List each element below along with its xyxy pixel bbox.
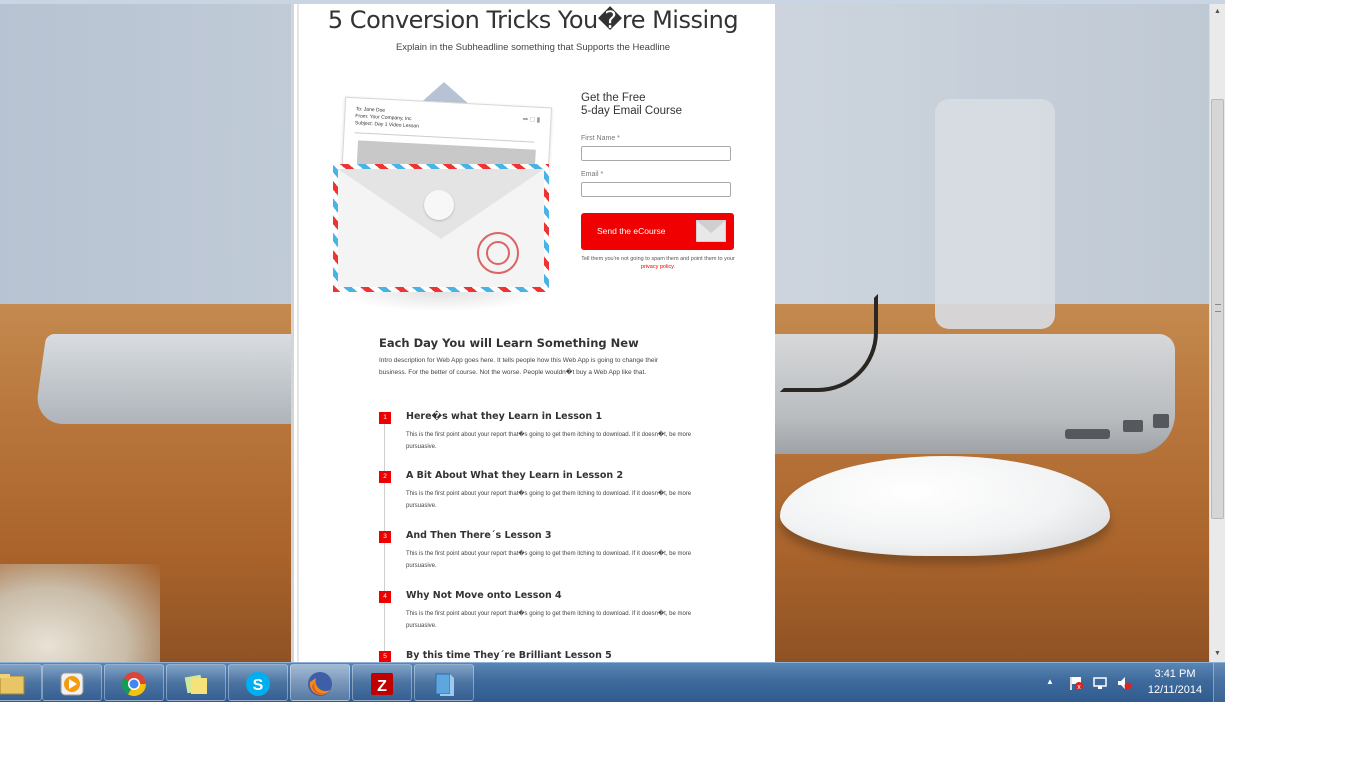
chrome-icon [121, 672, 146, 697]
spam-note-text: Tell them you're not going to spam them … [581, 256, 735, 262]
email-header: To: Jane Doe From: Your Company, Inc Sub… [355, 106, 420, 130]
mail-icon [696, 220, 726, 242]
mail-icon-flap [697, 221, 725, 233]
spam-note: Tell them you're not going to spam them … [579, 255, 737, 271]
lesson-description: This is the first point about your repor… [406, 551, 692, 569]
taskbar-button-document-app[interactable] [414, 664, 474, 701]
svg-text:Z: Z [377, 678, 387, 695]
network-icon[interactable] [1092, 675, 1108, 691]
photo-chair [935, 99, 1055, 329]
taskbar-button-filezilla[interactable]: Z [352, 664, 412, 701]
show-hidden-icons-icon[interactable]: ▲ [1046, 677, 1054, 686]
lesson-number-badge: 4 [379, 591, 391, 603]
page-border [297, 4, 299, 662]
lesson-item: 5 By this time They´re Brilliant Lesson … [379, 648, 709, 662]
scrollbar-grip-icon [1215, 304, 1221, 312]
postmark-inner [486, 241, 510, 265]
lesson-number-badge: 3 [379, 531, 391, 543]
skype-icon: S [246, 672, 270, 696]
scrollbar-thumb[interactable] [1211, 99, 1224, 519]
page-border [291, 4, 294, 662]
form-title-line1: Get the Free [581, 92, 646, 104]
envelope-illustration: To: Jane Doe From: Your Company, Inc Sub… [329, 82, 559, 322]
landing-page: 5 Conversion Tricks You�re Missing Expla… [291, 4, 775, 662]
photo-laptop-port [1153, 414, 1169, 428]
first-name-input[interactable] [581, 146, 731, 161]
email-label: Email * [581, 171, 604, 178]
lesson-number-badge: 2 [379, 471, 391, 483]
lesson-title: Why Not Move onto Lesson 4 [406, 590, 562, 601]
lessons-section-title: Each Day You will Learn Something New [379, 336, 639, 350]
filezilla-icon: Z [371, 673, 393, 695]
photo-laptop-port [1123, 420, 1143, 432]
svg-text:S: S [253, 677, 264, 694]
media-player-icon [60, 672, 84, 696]
taskbar-button-sticky-notes[interactable] [166, 664, 226, 701]
action-center-flag-icon[interactable]: x [1068, 675, 1084, 691]
email-actions-icons: ➦ □ ▮ [522, 115, 541, 124]
email-input[interactable] [581, 182, 731, 197]
photo-fabric [0, 564, 160, 666]
taskbar-button-firefox[interactable] [290, 664, 350, 701]
lesson-item: 1 Here�s what they Learn in Lesson 1 Thi… [379, 409, 709, 465]
lessons-section-intro: Intro description for Web App goes here.… [379, 357, 659, 376]
volume-muted-icon[interactable] [1116, 675, 1132, 691]
play-icon [424, 190, 454, 220]
photo-laptop-left [33, 334, 307, 424]
lesson-title: By this time They´re Brilliant Lesson 5 [406, 650, 612, 661]
show-desktop-button[interactable] [1213, 663, 1225, 702]
lesson-title: And Then There´s Lesson 3 [406, 530, 552, 541]
lesson-title: Here�s what they Learn in Lesson 1 [406, 411, 603, 422]
taskbar-button-chrome[interactable] [104, 664, 164, 701]
form-title: Get the Free 5-day Email Course [581, 92, 682, 118]
send-ecourse-button[interactable]: Send the eCourse [581, 213, 734, 250]
first-name-label: First Name * [581, 135, 620, 142]
send-ecourse-label: Send the eCourse [597, 226, 666, 236]
sticky-notes-icon [184, 674, 207, 694]
page-headline: 5 Conversion Tricks You�re Missing [327, 6, 739, 34]
taskbar: S Z ▲ x 3:41 PM 12/11/2014 [0, 662, 1225, 702]
lesson-number-badge: 5 [379, 651, 391, 662]
firefox-icon [308, 672, 332, 696]
file-explorer-icon [0, 674, 25, 695]
lesson-description: This is the first point about your repor… [406, 432, 692, 450]
spam-note-end: . [673, 264, 676, 270]
svg-text:x: x [1077, 684, 1081, 691]
taskbar-button-explorer[interactable] [0, 664, 42, 701]
lesson-description: This is the first point about your repor… [406, 611, 692, 629]
privacy-policy-link[interactable]: privacy policy [641, 264, 674, 270]
form-title-line2: 5-day Email Course [581, 105, 682, 117]
taskbar-button-media-player[interactable] [42, 664, 102, 701]
scroll-up-icon[interactable]: ▲ [1210, 4, 1225, 20]
lesson-number-badge: 1 [379, 412, 391, 424]
desktop-screen: 5 Conversion Tricks You�re Missing Expla… [0, 0, 1225, 702]
lesson-item: 3 And Then There´s Lesson 3 This is the … [379, 528, 709, 584]
lesson-item: 4 Why Not Move onto Lesson 4 This is the… [379, 588, 709, 644]
postmark-stamp-icon [477, 232, 519, 274]
clock-time[interactable]: 3:41 PM [1143, 668, 1207, 680]
page-subheadline: Explain in the Subheadline something tha… [395, 42, 671, 53]
scroll-down-icon[interactable]: ▼ [1210, 646, 1225, 662]
vertical-scrollbar[interactable]: ▲ ▼ [1209, 4, 1225, 662]
photo-laptop-port [1065, 429, 1110, 439]
clock-date[interactable]: 12/11/2014 [1143, 684, 1207, 696]
lesson-title: A Bit About What they Learn in Lesson 2 [406, 470, 624, 481]
document-app-icon [435, 673, 454, 696]
lesson-item: 2 A Bit About What they Learn in Lesson … [379, 468, 709, 524]
lesson-description: This is the first point about your repor… [406, 491, 692, 509]
taskbar-button-skype[interactable]: S [228, 664, 288, 701]
